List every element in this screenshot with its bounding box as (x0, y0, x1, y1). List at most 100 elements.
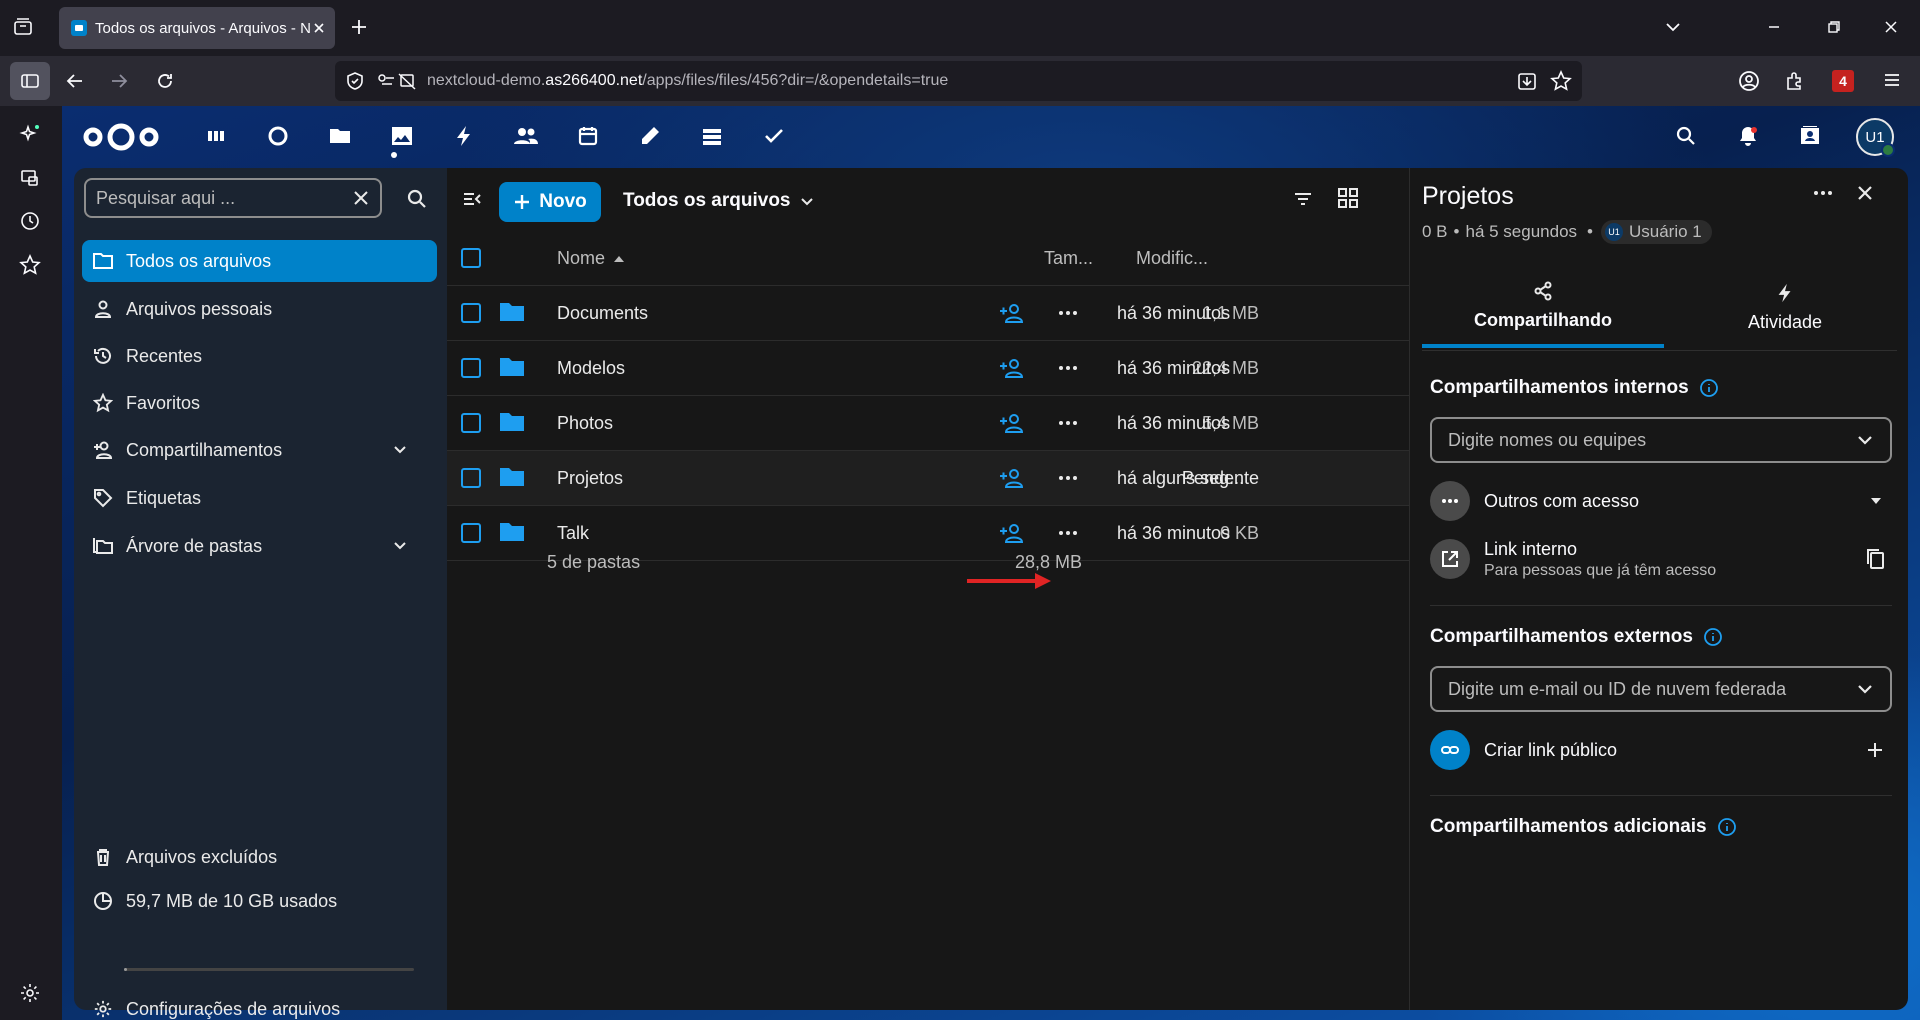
restore-icon[interactable] (1825, 18, 1843, 36)
share-icon[interactable] (999, 522, 1025, 544)
clear-search-icon[interactable] (352, 189, 370, 207)
row-checkbox[interactable] (461, 468, 481, 488)
table-row[interactable]: Photos 5,4 MB há 36 minutos (447, 396, 1409, 451)
info-icon[interactable] (1699, 378, 1719, 398)
files-icon[interactable] (322, 118, 358, 154)
minimize-icon[interactable] (1765, 18, 1783, 36)
row-checkbox[interactable] (461, 413, 481, 433)
talk-icon[interactable] (260, 118, 296, 154)
row-checkbox[interactable] (461, 523, 481, 543)
files-search-input[interactable]: Pesquisar aqui ... (84, 178, 382, 218)
internal-share-input[interactable]: Digite nomes ou equipes (1430, 417, 1892, 463)
forward-icon[interactable] (108, 70, 130, 92)
chevron-down-icon[interactable] (1856, 431, 1874, 449)
share-icon[interactable] (999, 302, 1025, 324)
reload-icon[interactable] (154, 70, 176, 92)
history-icon[interactable] (19, 210, 41, 232)
info-icon[interactable] (1703, 627, 1723, 647)
chevron-down-icon[interactable] (389, 441, 411, 457)
chevron-down-icon[interactable] (389, 537, 411, 553)
select-all-checkbox[interactable] (461, 248, 481, 268)
contacts-icon[interactable] (508, 118, 544, 154)
nav-shares[interactable]: Compartilhamentos (82, 429, 437, 471)
more-actions-icon[interactable] (1057, 522, 1079, 544)
search-icon[interactable] (406, 188, 428, 210)
new-button[interactable]: Novo (499, 182, 601, 222)
file-name[interactable]: Talk (557, 523, 589, 544)
column-modified[interactable]: Modific... (1136, 248, 1208, 269)
extension-badge[interactable]: 4 (1832, 70, 1854, 92)
shield-icon[interactable] (345, 71, 365, 91)
permissions-icon[interactable] (377, 71, 417, 91)
browser-tab[interactable]: Todos os arquivos - Arquivos - Nextcloud (59, 7, 335, 49)
sync-tabs-icon[interactable] (19, 167, 41, 189)
unified-search-icon[interactable] (1668, 118, 1704, 154)
column-name[interactable]: Nome (557, 248, 625, 269)
share-icon[interactable] (999, 357, 1025, 379)
sidebar-toggle-icon[interactable] (10, 62, 50, 100)
back-icon[interactable] (64, 70, 86, 92)
more-actions-icon[interactable] (1057, 302, 1079, 324)
activity-icon[interactable] (446, 118, 482, 154)
customize-sidebar-icon[interactable] (19, 982, 41, 1004)
nav-folder-tree[interactable]: Árvore de pastas (82, 525, 437, 567)
nav-recent[interactable]: Recentes (82, 335, 437, 377)
dashboard-icon[interactable] (198, 118, 234, 154)
close-tab-icon[interactable] (311, 20, 327, 36)
chevron-down-icon[interactable] (1856, 680, 1874, 698)
more-actions-icon[interactable] (1057, 357, 1079, 379)
filter-icon[interactable] (1292, 188, 1314, 210)
table-row[interactable]: Documents 1,1 MB há 36 minutos (447, 286, 1409, 341)
nav-files-settings[interactable]: Configurações de arquivos (82, 988, 437, 1020)
breadcrumb[interactable]: Todos os arquivos (623, 190, 815, 212)
new-tab-icon[interactable] (349, 17, 369, 37)
notes-icon[interactable] (632, 118, 668, 154)
info-icon[interactable] (1717, 817, 1737, 837)
share-icon[interactable] (999, 412, 1025, 434)
nav-all-files[interactable]: Todos os arquivos (82, 240, 437, 282)
tasks-icon[interactable] (756, 118, 792, 154)
column-size[interactable]: Tam... (1044, 248, 1093, 269)
file-name[interactable]: Projetos (557, 468, 623, 489)
menu-icon[interactable] (1882, 70, 1902, 90)
nav-quota[interactable]: 59,7 MB de 10 GB usados (82, 880, 437, 922)
nextcloud-logo[interactable] (82, 120, 160, 154)
more-actions-icon[interactable] (1812, 182, 1834, 204)
close-icon[interactable] (1854, 182, 1876, 204)
user-avatar[interactable]: U1 (1856, 118, 1895, 157)
nav-personal-files[interactable]: Arquivos pessoais (82, 288, 437, 330)
calendar-icon[interactable] (570, 118, 606, 154)
plus-icon[interactable] (1866, 741, 1884, 759)
list-all-tabs-icon[interactable] (1664, 18, 1682, 36)
row-checkbox[interactable] (461, 303, 481, 323)
bookmark-star-icon[interactable] (1550, 70, 1572, 92)
ai-chatbot-icon[interactable] (19, 123, 41, 145)
external-share-input[interactable]: Digite um e-mail ou ID de nuvem federada (1430, 666, 1892, 712)
photos-icon[interactable] (384, 118, 420, 154)
grid-view-icon[interactable] (1336, 186, 1360, 210)
tab-sharing[interactable]: Compartilhando (1422, 266, 1664, 348)
tab-activity[interactable]: Atividade (1664, 266, 1906, 348)
extensions-icon[interactable] (1784, 70, 1806, 92)
nav-favorites[interactable]: Favoritos (82, 382, 437, 424)
more-actions-icon[interactable] (1057, 412, 1079, 434)
nav-deleted-files[interactable]: Arquivos excluídos (82, 836, 437, 878)
install-app-icon[interactable] (1516, 70, 1538, 92)
notifications-icon[interactable] (1730, 118, 1766, 154)
nav-tags[interactable]: Etiquetas (82, 477, 437, 519)
share-icon[interactable] (999, 467, 1025, 489)
toggle-navigation-icon[interactable] (461, 188, 483, 210)
close-window-icon[interactable] (1882, 18, 1900, 36)
account-icon[interactable] (1738, 70, 1760, 92)
table-row[interactable]: Projetos Pendente há alguns seg... (447, 451, 1409, 506)
deck-icon[interactable] (694, 118, 730, 154)
more-actions-icon[interactable] (1057, 467, 1079, 489)
owner-chip[interactable]: U1 Usuário 1 (1600, 220, 1712, 244)
file-name[interactable]: Photos (557, 413, 613, 434)
others-with-access[interactable]: Outros com acesso (1430, 478, 1892, 524)
url-bar[interactable]: nextcloud-demo.as266400.net/apps/files/f… (335, 61, 1582, 101)
caret-down-icon[interactable] (1870, 496, 1882, 506)
table-row[interactable]: Modelos 22,4 MB há 36 minutos (447, 341, 1409, 396)
row-checkbox[interactable] (461, 358, 481, 378)
file-name[interactable]: Documents (557, 303, 648, 324)
